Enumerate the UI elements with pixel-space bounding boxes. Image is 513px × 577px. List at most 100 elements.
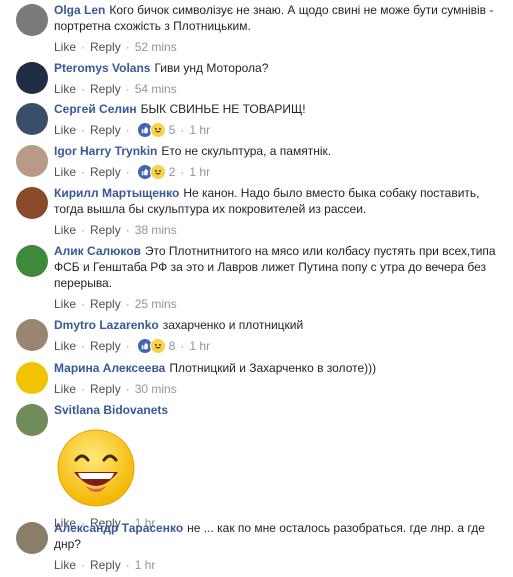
like-link[interactable]: Like (54, 296, 76, 312)
like-link[interactable]: Like (54, 164, 76, 180)
reply-link[interactable]: Reply (90, 557, 121, 573)
separator-dot: · (81, 82, 86, 96)
avatar[interactable] (16, 62, 48, 94)
separator-dot: · (180, 123, 185, 137)
comment-body: Pteromys Volans Гиви унд Моторола? Like · Re… (54, 60, 504, 98)
reply-link[interactable]: Reply (90, 296, 121, 312)
reactions-badge[interactable]: 8 (136, 338, 176, 354)
comment-actions: Like · Reply · 1 hr (54, 556, 504, 574)
separator-dot: · (125, 40, 130, 54)
comment-author[interactable]: Igor Harry Trynkin (54, 144, 157, 158)
avatar[interactable] (16, 522, 48, 554)
reply-link[interactable]: Reply (90, 122, 121, 138)
avatar[interactable] (16, 362, 48, 394)
reply-link[interactable]: Reply (90, 164, 121, 180)
separator-dot: · (81, 223, 86, 237)
reply-link[interactable]: Reply (90, 381, 121, 397)
comment-actions: Like · Reply · 25 mins (54, 295, 504, 313)
comment-author[interactable]: Александр Тарасенко (54, 521, 183, 535)
avatar[interactable] (16, 245, 48, 277)
comment-author[interactable]: Алик Салюков (54, 244, 141, 258)
comment-content: Александр Тарасенко не ... как по мне ост… (54, 520, 504, 552)
comment-author[interactable]: Сергей Селин (54, 102, 137, 116)
comment-actions: Like · Reply · 38 mins (54, 221, 504, 239)
separator-dot: · (81, 558, 86, 572)
comment-body: Алик Салюков Это Плотнитнитого на мясо ил… (54, 243, 504, 313)
reaction-count: 5 (168, 123, 176, 137)
comment-author[interactable]: Pteromys Volans (54, 61, 150, 75)
comment-timestamp[interactable]: 1 hr (189, 338, 210, 354)
comment-content: Кирилл Мартыщенко Не канон. Надо было вме… (54, 185, 504, 217)
separator-dot: · (180, 165, 185, 179)
like-link[interactable]: Like (54, 122, 76, 138)
comment-body: Александр Тарасенко не ... как по мне ост… (54, 520, 504, 574)
comment-timestamp[interactable]: 1 hr (189, 164, 210, 180)
avatar[interactable] (16, 103, 48, 135)
comment-body: Сергей Селин БЫК СВИНЬЕ НЕ ТОВАРИЩ! Like · R… (54, 101, 504, 139)
separator-dot: · (125, 558, 130, 572)
avatar[interactable] (16, 4, 48, 36)
comment-body: Svitlana Bidovanets Like · Reply · 1 hr (54, 402, 504, 532)
like-link[interactable]: Like (54, 39, 76, 55)
separator-dot: · (125, 339, 130, 353)
separator-dot: · (81, 40, 86, 54)
comment-actions: Like · Reply · 54 mins (54, 80, 504, 98)
comment-author[interactable]: Кирилл Мартыщенко (54, 186, 179, 200)
comment-text: Гиви унд Моторола? (154, 61, 269, 75)
reaction-count: 8 (168, 339, 176, 353)
like-link[interactable]: Like (54, 222, 76, 238)
comment-body: Марина Алексеева Плотницкий и Захарченко … (54, 360, 504, 398)
reply-link[interactable]: Reply (90, 81, 121, 97)
comment-text: захарченко и плотницкий (162, 318, 304, 332)
separator-dot: · (125, 123, 130, 137)
separator-dot: · (125, 82, 130, 96)
comment-timestamp[interactable]: 1 hr (189, 122, 210, 138)
avatar[interactable] (16, 187, 48, 219)
reactions-badge[interactable]: 5 (136, 122, 176, 138)
comment-timestamp[interactable]: 54 mins (135, 81, 177, 97)
comment-actions: Like · Reply · 8 · 1 hr (54, 337, 504, 355)
comment-content: Igor Harry Trynkin Ето не скульптура, а п… (54, 143, 504, 159)
haha-reaction-icon (149, 338, 166, 354)
comment-actions: Like · Reply · 5 · 1 hr (54, 121, 504, 139)
reply-link[interactable]: Reply (90, 39, 121, 55)
avatar[interactable] (16, 404, 48, 436)
separator-dot: · (81, 339, 86, 353)
comment-timestamp[interactable]: 30 mins (135, 381, 177, 397)
separator-dot: · (81, 297, 86, 311)
comment-content: Dmytro Lazarenko захарченко и плотницкий (54, 317, 504, 333)
comment-timestamp[interactable]: 1 hr (135, 557, 156, 573)
comment-body: Кирилл Мартыщенко Не канон. Надо было вме… (54, 185, 504, 239)
comment-author[interactable]: Olga Len (54, 3, 105, 17)
comment-content: Olga Len Кого бичок символізує не знаю. А… (54, 2, 504, 34)
separator-dot: · (125, 382, 130, 396)
comment-author[interactable]: Марина Алексеева (54, 361, 165, 375)
comment-timestamp[interactable]: 38 mins (135, 222, 177, 238)
comment-body: Olga Len Кого бичок символізує не знаю. А… (54, 2, 504, 56)
comment-text: БЫК СВИНЬЕ НЕ ТОВАРИЩ! (140, 102, 306, 116)
comment-body: Dmytro Lazarenko захарченко и плотницкий L… (54, 317, 504, 355)
comment-content: Сергей Селин БЫК СВИНЬЕ НЕ ТОВАРИЩ! (54, 101, 504, 117)
comment-actions: Like · Reply · 30 mins (54, 380, 504, 398)
comment-content: Pteromys Volans Гиви унд Моторола? (54, 60, 504, 76)
like-link[interactable]: Like (54, 338, 76, 354)
reactions-badge[interactable]: 2 (136, 164, 175, 180)
separator-dot: · (180, 339, 185, 353)
avatar[interactable] (16, 145, 48, 177)
reply-link[interactable]: Reply (90, 338, 121, 354)
like-link[interactable]: Like (54, 381, 76, 397)
laughing-face-sticker (54, 426, 138, 510)
comment-author[interactable]: Dmytro Lazarenko (54, 318, 159, 332)
separator-dot: · (125, 297, 130, 311)
comment-author[interactable]: Svitlana Bidovanets (54, 403, 168, 417)
comment-timestamp[interactable]: 52 mins (135, 39, 177, 55)
comment-text: Кого бичок символізує не знаю. А щодо св… (54, 3, 494, 33)
reply-link[interactable]: Reply (90, 222, 121, 238)
separator-dot: · (81, 165, 86, 179)
comment-timestamp[interactable]: 25 mins (135, 296, 177, 312)
avatar[interactable] (16, 319, 48, 351)
like-link[interactable]: Like (54, 557, 76, 573)
like-link[interactable]: Like (54, 81, 76, 97)
separator-dot: · (81, 123, 86, 137)
comment-text: Ето не скульптура, а памятнік. (161, 144, 332, 158)
